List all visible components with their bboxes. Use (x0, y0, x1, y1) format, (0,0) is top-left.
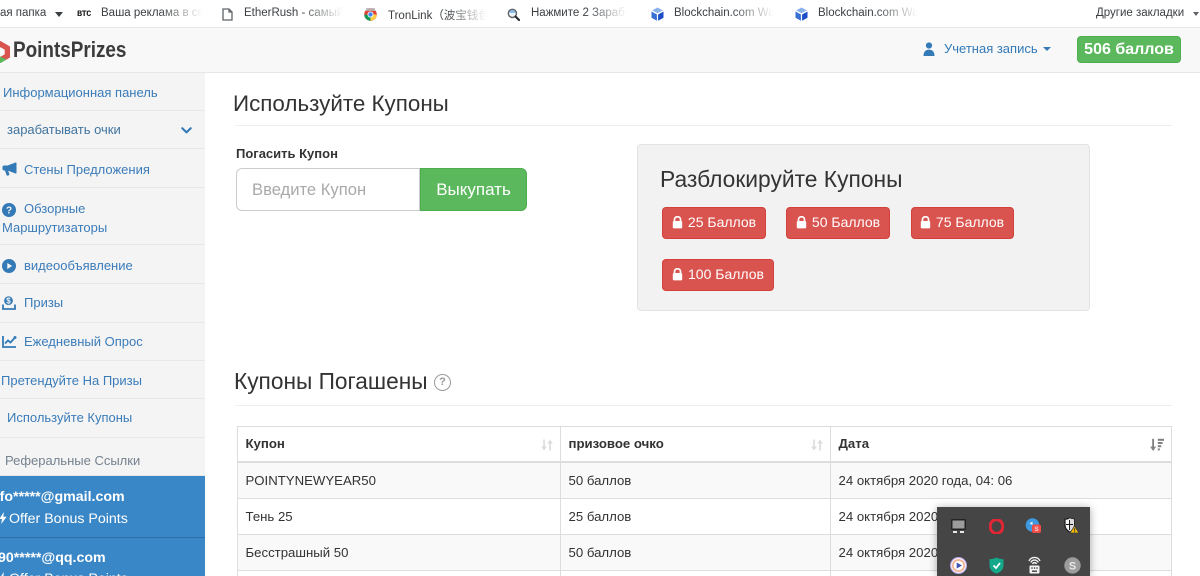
svg-text:?: ? (6, 205, 12, 216)
svg-text:S: S (1069, 561, 1076, 573)
svg-text:$: $ (6, 297, 11, 306)
svg-text:S: S (1034, 526, 1039, 533)
